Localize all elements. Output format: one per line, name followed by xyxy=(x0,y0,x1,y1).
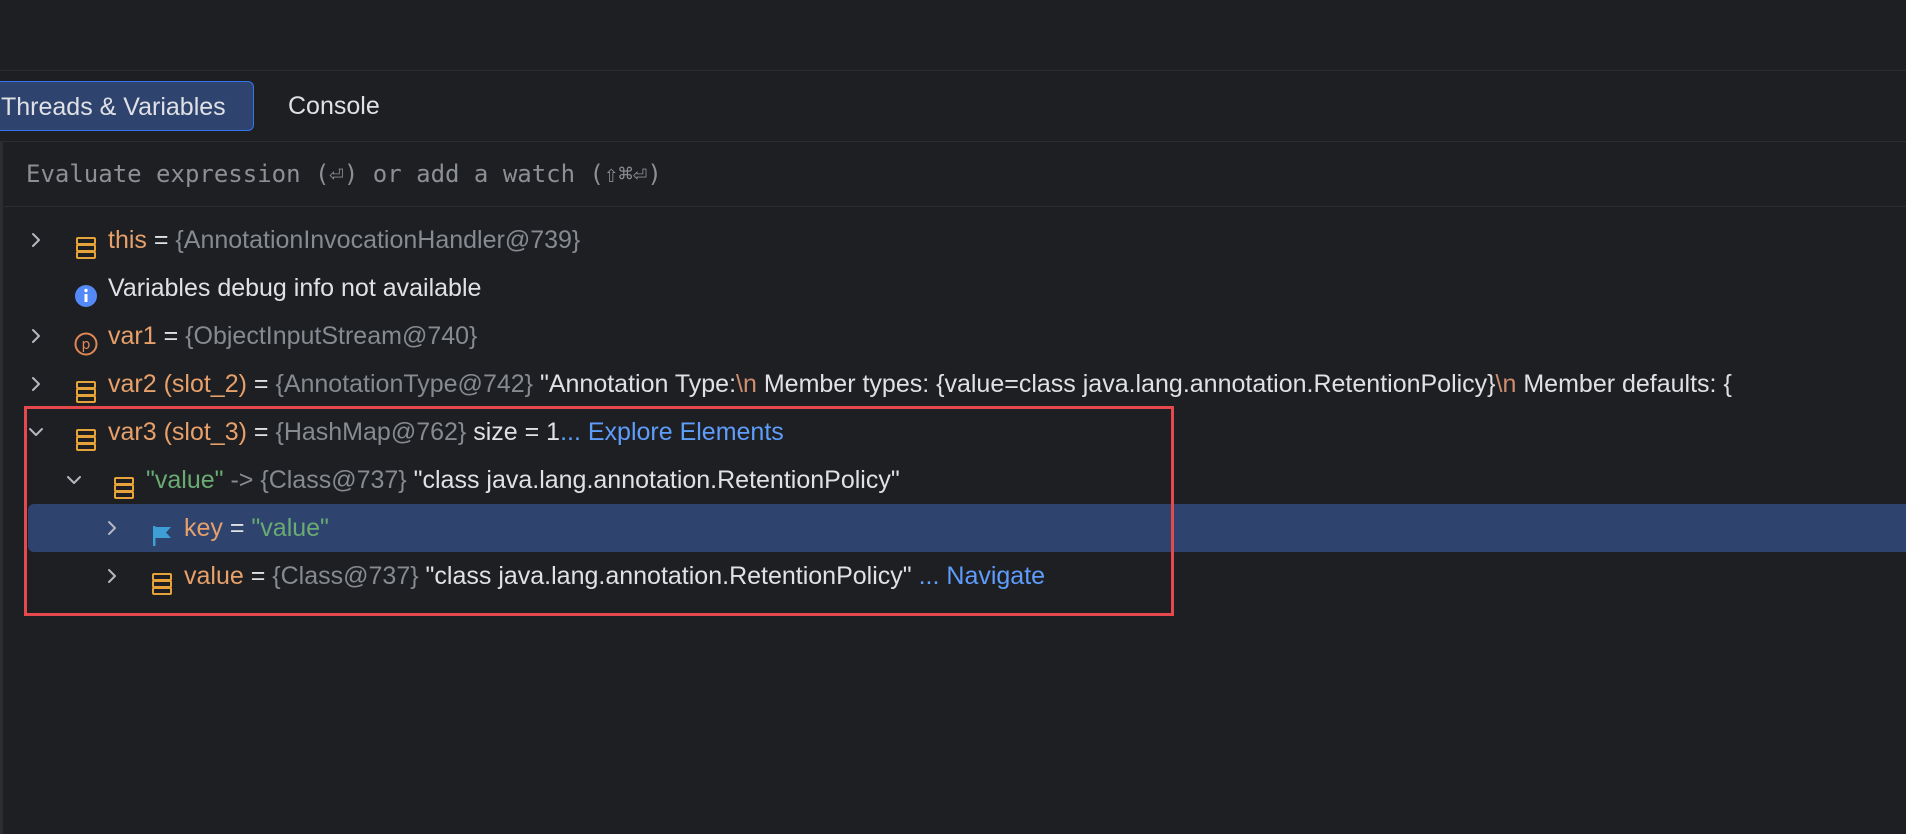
tree-row-this[interactable]: this = {AnnotationInvocationHandler@739} xyxy=(4,216,1906,264)
variable-string: Member defaults: { xyxy=(1523,370,1732,398)
variable-value: {ObjectInputStream@740} xyxy=(185,322,478,350)
entry-arrow: -> xyxy=(223,466,261,494)
variable-name: var3 (slot_3) xyxy=(108,418,247,446)
evaluate-bar: Evaluate expression (⏎) or add a watch (… xyxy=(4,142,1906,207)
variable-name: var2 (slot_2) xyxy=(108,370,247,398)
info-text: Variables debug info not available xyxy=(108,274,482,302)
tree-row-var2[interactable]: var2 (slot_2) = {AnnotationType@742} "An… xyxy=(4,360,1906,408)
field-icon xyxy=(74,420,98,451)
tree-row-var3[interactable]: var3 (slot_3) = {HashMap@762} size = 1..… xyxy=(4,408,1906,456)
escape-sequence: \n xyxy=(736,370,757,398)
equals-sign: = xyxy=(253,370,269,398)
chevron-down-icon[interactable] xyxy=(24,408,48,456)
entry-label: "value" -> {Class@737} "class java.lang.… xyxy=(146,456,900,504)
variable-name: key xyxy=(184,514,223,542)
variable-name: value xyxy=(184,562,244,590)
svg-text:p: p xyxy=(82,337,91,353)
tree-row-info: Variables debug info not available xyxy=(4,264,1906,312)
tree-row-var1[interactable]: p var1 = {ObjectInputStream@740} xyxy=(4,312,1906,360)
equals-sign: = xyxy=(253,418,269,446)
variable-value: {AnnotationInvocationHandler@739} xyxy=(175,226,581,254)
parameter-icon: p xyxy=(74,324,98,356)
chevron-right-icon[interactable] xyxy=(24,216,48,264)
tree-row-value[interactable]: value = {Class@737} "class java.lang.ann… xyxy=(4,552,1906,600)
variable-label: key = "value" xyxy=(184,504,329,552)
variable-label: this = {AnnotationInvocationHandler@739} xyxy=(108,216,580,264)
variable-label: var1 = {ObjectInputStream@740} xyxy=(108,312,477,360)
field-icon xyxy=(74,228,98,259)
variable-string: Member types: {value=class java.lang.ann… xyxy=(763,370,1496,398)
field-icon xyxy=(150,564,174,595)
variable-label: var2 (slot_2) = {AnnotationType@742} "An… xyxy=(108,360,1732,408)
equals-sign: = xyxy=(250,562,266,590)
left-gutter xyxy=(0,142,3,834)
navigate-link[interactable]: ... Navigate xyxy=(919,562,1045,590)
chevron-right-icon[interactable] xyxy=(100,504,124,552)
variable-ref: {HashMap@762} xyxy=(275,418,467,446)
chevron-right-icon[interactable] xyxy=(100,552,124,600)
debugger-tab-bar: Threads & Variables Console xyxy=(0,71,1906,142)
field-icon xyxy=(112,468,136,499)
equals-sign: = xyxy=(229,514,245,542)
variable-label: value = {Class@737} "class java.lang.ann… xyxy=(184,552,1045,600)
size-text: size = 1 xyxy=(473,418,561,446)
evaluate-expression-input[interactable]: Evaluate expression (⏎) or add a watch (… xyxy=(26,142,1886,206)
tree-row-map-entry[interactable]: "value" -> {Class@737} "class java.lang.… xyxy=(4,456,1906,504)
equals-sign: = xyxy=(153,226,169,254)
chevron-right-icon[interactable] xyxy=(24,312,48,360)
variable-ref: {AnnotationType@742} xyxy=(275,370,534,398)
variable-string: "Annotation Type: xyxy=(539,370,737,398)
entry-key: "value" xyxy=(146,466,224,494)
tab-console[interactable]: Console xyxy=(288,81,380,131)
variable-string: "class java.lang.annotation.RetentionPol… xyxy=(425,562,912,590)
chevron-right-icon[interactable] xyxy=(24,360,48,408)
variable-name: this xyxy=(108,226,147,254)
entry-ref: {Class@737} xyxy=(260,466,407,494)
variable-name: var1 xyxy=(108,322,157,350)
entry-string: "class java.lang.annotation.RetentionPol… xyxy=(413,466,900,494)
flag-icon xyxy=(150,516,174,546)
variable-label: var3 (slot_3) = {HashMap@762} size = 1..… xyxy=(108,408,784,456)
tree-row-key[interactable]: key = "value" xyxy=(28,504,1906,552)
equals-sign: = xyxy=(163,322,179,350)
variable-value: "value" xyxy=(251,514,329,542)
variable-ref: {Class@737} xyxy=(272,562,419,590)
explore-elements-link[interactable]: ... Explore Elements xyxy=(560,418,784,446)
escape-sequence: \n xyxy=(1495,370,1517,398)
field-icon xyxy=(74,372,98,403)
top-toolbar xyxy=(0,0,1906,71)
tab-threads-variables[interactable]: Threads & Variables xyxy=(0,81,254,131)
info-icon xyxy=(74,276,98,307)
chevron-down-icon[interactable] xyxy=(62,456,86,504)
variables-tree: this = {AnnotationInvocationHandler@739}… xyxy=(4,216,1906,616)
